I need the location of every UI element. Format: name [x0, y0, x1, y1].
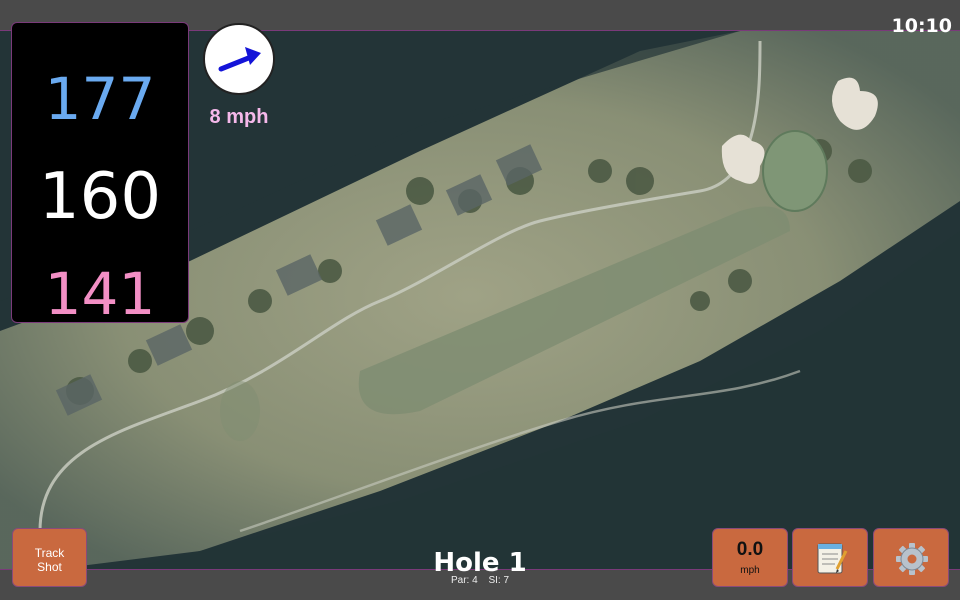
track-shot-label-line1: Track	[34, 546, 65, 560]
gear-icon	[896, 543, 928, 575]
hole-title: Hole 1	[433, 548, 527, 578]
track-shot-button[interactable]: Track Shot	[12, 528, 87, 587]
speed-button[interactable]: 0.0 mph	[712, 528, 788, 587]
hole-info: Hole 1 Par: 4 SI: 7	[380, 548, 580, 586]
clock-time: 10:10	[891, 15, 952, 37]
distance-back: 177	[44, 65, 156, 133]
hole-par: Par: 4	[450, 575, 478, 586]
hole-details: Par: 4 SI: 7	[380, 575, 580, 586]
distance-middle: 160	[38, 160, 162, 234]
notepad-icon	[817, 543, 848, 574]
speed-value: 0.0	[736, 539, 764, 560]
speed-unit: mph	[740, 565, 760, 576]
track-shot-label-line2: Shot	[37, 560, 62, 574]
wind-arrow-icon	[218, 47, 261, 72]
wind-indicator	[203, 23, 275, 95]
notes-button[interactable]	[792, 528, 868, 587]
settings-button[interactable]	[873, 528, 949, 587]
distance-front: 141	[44, 260, 156, 328]
hole-stroke-index: SI: 7	[488, 575, 510, 586]
wind-speed: 8 mph	[209, 106, 269, 128]
distance-panel: 177 160 141	[11, 22, 189, 328]
